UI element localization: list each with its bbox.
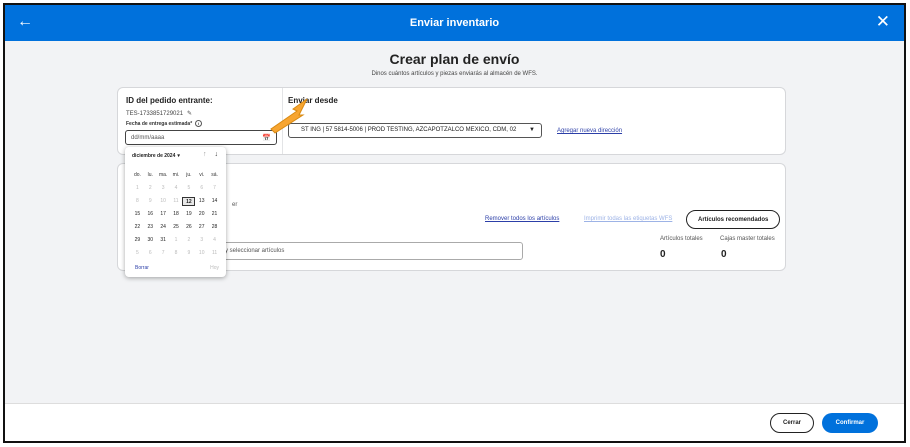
date-placeholder: dd/mm/aaaa — [131, 135, 165, 141]
calendar-day[interactable]: 30 — [144, 236, 157, 245]
calendar-weekday: ma. — [158, 172, 168, 178]
calendar-day[interactable]: 22 — [131, 223, 144, 232]
modal-window: ← Enviar inventario ✕ Crear plan de enví… — [3, 3, 906, 443]
order-id-row: TES-1733851729021 ✎ — [126, 110, 192, 118]
calendar-day[interactable]: 2 — [182, 236, 195, 245]
calendar-day[interactable]: 13 — [195, 197, 208, 206]
search-placeholder: y seleccionar artículos — [225, 248, 285, 254]
calendar-day[interactable]: 29 — [131, 236, 144, 245]
calendar-grid: do. lu. ma. mi. ju. vi. sá. 1 2 3 4 5 6 7 8 9 10 11 12 13 14… — [131, 171, 221, 258]
calendar-day[interactable]: 21 — [208, 210, 221, 219]
calendar-day[interactable]: 11 — [170, 197, 183, 206]
confirm-button[interactable]: Confirmar — [822, 413, 878, 433]
calendar-day[interactable]: 15 — [131, 210, 144, 219]
calendar-weekday: mi. — [172, 172, 180, 178]
total-boxes-value: 0 — [721, 249, 727, 260]
arrow-down-icon[interactable]: ↓ — [215, 151, 219, 158]
calendar-day[interactable]: 2 — [144, 184, 157, 193]
ship-from-address-select[interactable]: ST ING | 57 5814-5006 | PROD TESTING, AZ… — [288, 123, 542, 138]
calendar-footer: Borrar Hoy — [135, 265, 219, 271]
calendar-day[interactable]: 8 — [131, 197, 144, 206]
delivery-date-label: Fecha de entrega estimada* — [126, 120, 193, 127]
calendar-day[interactable]: 10 — [157, 197, 170, 206]
recommended-items-button[interactable]: Artículos recomendados — [686, 210, 781, 229]
calendar-day[interactable]: 17 — [157, 210, 170, 219]
calendar-weekday: ju. — [186, 172, 192, 178]
close-icon[interactable]: ✕ — [876, 12, 890, 32]
chevron-down-icon: ▼ — [529, 127, 535, 133]
calendar-day[interactable]: 14 — [208, 197, 221, 206]
page-heading: Crear plan de envío Dinos cuántos artícu… — [5, 51, 904, 77]
calendar-day[interactable]: 4 — [208, 236, 221, 245]
calendar-month-label: diciembre de 2024 — [132, 153, 176, 159]
calendar-day[interactable]: 8 — [170, 249, 183, 258]
calendar-weekday: lu. — [147, 172, 153, 178]
total-boxes-label: Cajas master totales — [720, 236, 775, 242]
calendar-nav: ↑ ↓ — [203, 151, 218, 158]
info-icon[interactable]: i — [195, 120, 203, 127]
page-title: Crear plan de envío — [389, 51, 520, 67]
calendar-day-today[interactable]: 12 — [182, 197, 196, 206]
calendar-clear-button[interactable]: Borrar — [135, 265, 149, 271]
calendar-day[interactable]: 31 — [157, 236, 170, 245]
calendar-day[interactable]: 7 — [157, 249, 170, 258]
delivery-date-input[interactable]: dd/mm/aaaa 📅 — [125, 130, 277, 145]
total-items-label: Artículos totales — [660, 236, 703, 242]
calendar-day[interactable]: 7 — [208, 184, 221, 193]
calendar-day[interactable]: 28 — [208, 223, 221, 232]
calendar-day[interactable]: 11 — [208, 249, 221, 258]
calendar-day[interactable]: 1 — [131, 184, 144, 193]
chevron-down-icon: ▾ — [177, 153, 180, 159]
remove-all-items-link[interactable]: Remover todos los artículos — [485, 216, 559, 222]
header-bar: ← Enviar inventario ✕ — [5, 5, 904, 41]
close-button[interactable]: Cerrar — [770, 413, 814, 433]
print-labels-link: Imprimir todas las etiquetas WFS — [584, 216, 673, 222]
order-details-card: ID del pedido entrante: TES-173385172902… — [117, 87, 786, 155]
calendar-day[interactable]: 18 — [170, 210, 183, 219]
calendar-day[interactable]: 20 — [195, 210, 208, 219]
calendar-day[interactable]: 3 — [195, 236, 208, 245]
page-subtitle: Dinos cuántos artículos y piezas enviará… — [371, 71, 538, 77]
calendar-day[interactable]: 27 — [195, 223, 208, 232]
calendar-day[interactable]: 3 — [157, 184, 170, 193]
calendar-day[interactable]: 4 — [170, 184, 183, 193]
arrow-left-icon[interactable]: ← — [17, 13, 33, 31]
calendar-day[interactable]: 9 — [144, 197, 157, 206]
header-title: Enviar inventario — [409, 17, 500, 29]
pencil-icon[interactable]: ✎ — [187, 110, 192, 117]
calendar-today-button[interactable]: Hoy — [210, 265, 219, 271]
address-value: ST ING | 57 5814-5006 | PROD TESTING, AZ… — [301, 127, 517, 133]
footer-bar: Cerrar Confirmar — [5, 403, 904, 441]
calendar-weekday: sá. — [211, 172, 218, 178]
total-items-value: 0 — [660, 249, 666, 260]
date-picker-popup: diciembre de 2024 ▾ ↑ ↓ do. lu. ma. mi. ju. v… — [125, 147, 226, 277]
calendar-day[interactable]: 25 — [170, 223, 183, 232]
calendar-day[interactable]: 26 — [182, 223, 195, 232]
calendar-day[interactable]: 24 — [157, 223, 170, 232]
items-hint-text: er — [232, 202, 238, 208]
pointer-arrow-icon — [270, 98, 308, 134]
calendar-day[interactable]: 9 — [182, 249, 195, 258]
calendar-day[interactable]: 5 — [131, 249, 144, 258]
arrow-up-icon[interactable]: ↑ — [203, 151, 207, 158]
calendar-day[interactable]: 5 — [182, 184, 195, 193]
delivery-date-label-row: Fecha de entrega estimada* i — [126, 120, 203, 127]
add-new-address-link[interactable]: Agregar nueva dirección — [557, 128, 622, 134]
calendar-month-selector[interactable]: diciembre de 2024 ▾ — [132, 153, 180, 159]
order-id-label: ID del pedido entrante: — [126, 96, 213, 105]
calendar-weekday: do. — [133, 172, 141, 178]
calendar-day[interactable]: 1 — [170, 236, 183, 245]
calendar-day[interactable]: 23 — [144, 223, 157, 232]
calendar-day[interactable]: 16 — [144, 210, 157, 219]
calendar-weekday: vi. — [199, 172, 205, 178]
calendar-day[interactable]: 19 — [182, 210, 195, 219]
calendar-day[interactable]: 6 — [195, 184, 208, 193]
calendar-day[interactable]: 6 — [144, 249, 157, 258]
calendar-day[interactable]: 10 — [195, 249, 208, 258]
item-search-input[interactable]: y seleccionar artículos — [218, 242, 523, 260]
order-id-value: TES-1733851729021 — [126, 110, 184, 117]
